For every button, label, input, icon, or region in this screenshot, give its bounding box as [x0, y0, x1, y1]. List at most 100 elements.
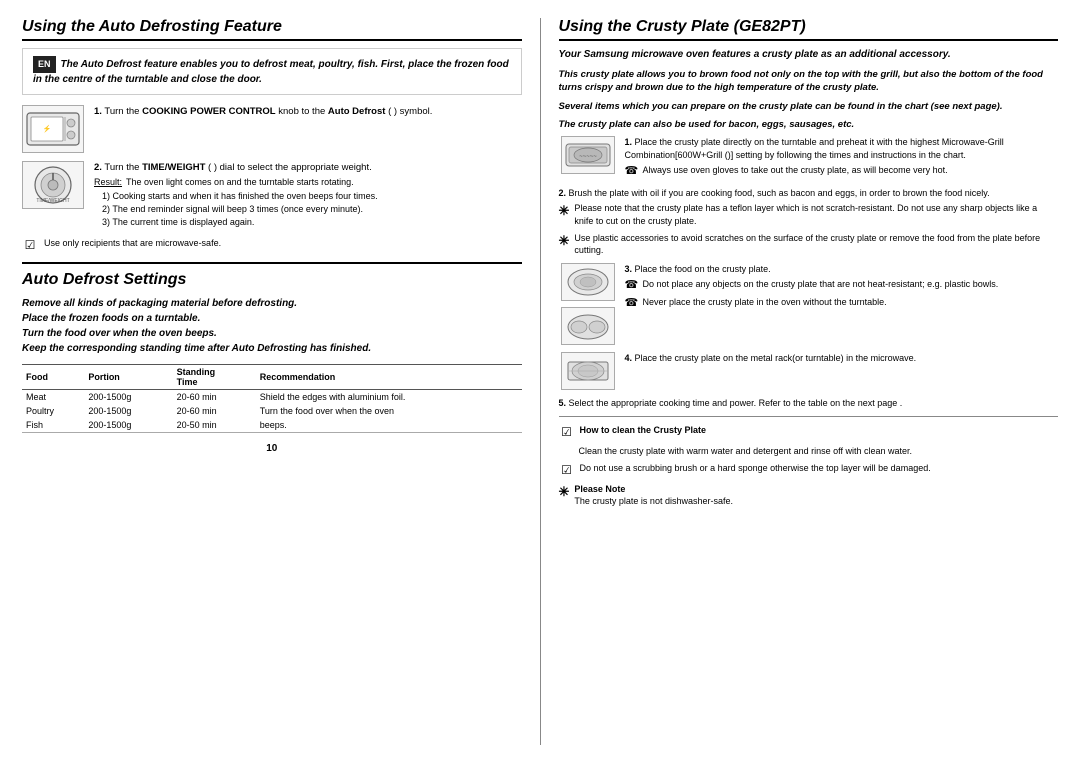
step-1-num: 1.: [94, 106, 102, 117]
food-meat: Meat: [22, 390, 84, 405]
intro-box: ENThe Auto Defrost feature enables you t…: [22, 48, 522, 95]
result-label: Result:: [94, 176, 122, 189]
auto-defrost-settings-title: Auto Defrost Settings: [22, 271, 522, 289]
rec-meat: Shield the edges with aluminium foil.: [256, 390, 522, 405]
standing-poultry: 20-60 min: [173, 404, 256, 418]
step-2-content: 2. Turn the TIME/WEIGHT ( ) dial to sele…: [94, 161, 522, 229]
step-1-row: ⚡ 1. Turn the COOKING POWER CONTROL knob…: [22, 105, 522, 153]
step2-note2: ✳ Use plastic accessories to avoid scrat…: [559, 232, 1059, 257]
asterisk-icon-3: ✳: [559, 483, 570, 501]
crusty-plate-img-3b: [561, 307, 615, 345]
phone-icon-2: ☎: [625, 278, 639, 293]
svg-text:⚡: ⚡: [43, 124, 52, 133]
step2-note1: ✳ Please note that the crusty plate has …: [559, 202, 1059, 227]
cleaning-title-row: ☑ How to clean the Crusty Plate: [559, 424, 1059, 441]
portion-meat: 200-1500g: [84, 390, 172, 405]
en-badge: EN: [33, 56, 56, 73]
section-auto-defrost: Using the Auto Defrosting Feature ENThe …: [22, 18, 522, 252]
page-number: 10: [22, 443, 522, 454]
crusty-plate-svg-3a: [564, 265, 612, 299]
standing-meat: 20-60 min: [173, 390, 256, 405]
col-recommendation: Recommendation: [256, 365, 522, 390]
step3-note2: ☎ Never place the crusty plate in the ov…: [625, 296, 1059, 311]
defrost-instructions: Remove all kinds of packaging material b…: [22, 296, 522, 356]
step-2-image: TIME/WEIGHT: [22, 161, 84, 209]
cleaning-title-text: How to clean the Crusty Plate: [580, 424, 707, 437]
asterisk-icon-1: ✳: [559, 202, 570, 220]
section-title-defrost: Using the Auto Defrosting Feature: [22, 18, 522, 41]
step1-subnote: ☎ Always use oven gloves to take out the…: [625, 164, 1059, 179]
col-portion: Portion: [84, 365, 172, 390]
food-fish: Fish: [22, 418, 84, 433]
crusty-plate-img-1: ~~~~~: [561, 136, 615, 174]
crusty-img-3: [559, 263, 617, 345]
step-1-content: 1. Turn the COOKING POWER CONTROL knob t…: [94, 105, 522, 118]
crusty-step-5: 5. Select the appropriate cooking time a…: [559, 397, 1059, 410]
step3-note2-text: Never place the crusty plate in the oven…: [643, 296, 887, 311]
crusty-img-1: ~~~~~: [559, 136, 617, 174]
cleaning-icon-2: ☑: [559, 462, 575, 479]
table-row-meat: Meat 200-1500g 20-60 min Shield the edge…: [22, 390, 522, 405]
result-text: The oven light comes on and the turntabl…: [126, 176, 354, 189]
instruction-3: Turn the food over when the oven beeps.: [22, 326, 522, 341]
crusty-para3: The crusty plate can also be used for ba…: [559, 118, 1059, 131]
cleaning-icon: ☑: [559, 424, 575, 441]
crusty-para1: This crusty plate allows you to brown fo…: [559, 68, 1059, 95]
crusty-steps-container: ~~~~~ 1. Place the crusty plate directly…: [559, 136, 1059, 508]
step2-note1-text: Please note that the crusty plate has a …: [574, 202, 1058, 227]
cleaning-separator: [559, 416, 1059, 417]
step-1-image: ⚡: [22, 105, 84, 153]
crusty-plate-svg-4: [564, 354, 612, 388]
food-poultry: Poultry: [22, 404, 84, 418]
please-note-text: Please NoteThe crusty plate is not dishw…: [574, 483, 733, 508]
section-title-crusty: Using the Crusty Plate (GE82PT): [559, 18, 1059, 41]
cleaning-text: Clean the crusty plate with warm water a…: [579, 445, 1059, 458]
col-food: Food: [22, 365, 84, 390]
step-2-num: 2.: [94, 162, 102, 173]
section-crusty-plate: Using the Crusty Plate (GE82PT) Your Sam…: [559, 18, 1059, 512]
rec-fish: beeps.: [256, 418, 522, 433]
table-row-fish: Fish 200-1500g 20-50 min beeps.: [22, 418, 522, 433]
crusty-step-3-content: 3. Place the food on the crusty plate. ☎…: [625, 263, 1059, 311]
cleaning-note2-row: ☑ Do not use a scrubbing brush or a hard…: [559, 462, 1059, 479]
rec-poultry: Turn the food over when the oven: [256, 404, 522, 418]
intro-text: The Auto Defrost feature enables you to …: [33, 59, 509, 85]
col-standing: StandingTime: [173, 365, 256, 390]
crusty-plate-img-4: [561, 352, 615, 390]
crusty-step-1: ~~~~~ 1. Place the crusty plate directly…: [559, 136, 1059, 180]
step3-note1: ☎ Do not place any objects on the crusty…: [625, 278, 1059, 293]
crusty-step-4: 4. Place the crusty plate on the metal r…: [559, 352, 1059, 390]
crusty-plate-svg-1: ~~~~~: [564, 138, 612, 172]
left-column: Using the Auto Defrosting Feature ENThe …: [22, 18, 522, 745]
section-divider: [22, 262, 522, 264]
portion-fish: 200-1500g: [84, 418, 172, 433]
step-2-subitems: 1) Cooking starts and when it has finish…: [102, 190, 522, 228]
step3-note1-text: Do not place any objects on the crusty p…: [643, 278, 999, 293]
crusty-intro: Your Samsung microwave oven features a c…: [559, 48, 1059, 62]
phone-icon-3: ☎: [625, 296, 639, 311]
instruction-2: Place the frozen foods on a turntable.: [22, 311, 522, 326]
note-text: Use only recipients that are microwave-s…: [44, 238, 221, 248]
step2-note2-text: Use plastic accessories to avoid scratch…: [574, 232, 1058, 257]
crusty-step-2: 2. Brush the plate with oil if you are c…: [559, 187, 1059, 257]
portion-poultry: 200-1500g: [84, 404, 172, 418]
crusty-step-4-content: 4. Place the crusty plate on the metal r…: [625, 352, 1059, 365]
dial-svg: TIME/WEIGHT: [32, 164, 74, 206]
phone-icon: ☎: [625, 164, 639, 179]
crusty-img-4: [559, 352, 617, 390]
step-2-result: Result: The oven light comes on and the …: [94, 176, 522, 189]
section-auto-defrost-settings: Auto Defrost Settings Remove all kinds o…: [22, 271, 522, 433]
standing-fish: 20-50 min: [173, 418, 256, 433]
crusty-step-1-content: 1. Place the crusty plate directly on th…: [625, 136, 1059, 180]
note-icon: ☑: [22, 238, 38, 252]
crusty-para2: Several items which you can prepare on t…: [559, 100, 1059, 113]
asterisk-icon-2: ✳: [559, 232, 570, 250]
right-column: Using the Crusty Plate (GE82PT) Your Sam…: [540, 18, 1059, 745]
instruction-1: Remove all kinds of packaging material b…: [22, 296, 522, 311]
defrost-table: Food Portion StandingTime Recommendation…: [22, 364, 522, 433]
step1-subnote-text: Always use oven gloves to take out the c…: [643, 164, 948, 179]
crusty-step-3: 3. Place the food on the crusty plate. ☎…: [559, 263, 1059, 345]
step-2-row: TIME/WEIGHT 2. Turn the TIME/WEIGHT ( ) …: [22, 161, 522, 229]
please-note-row: ✳ Please NoteThe crusty plate is not dis…: [559, 483, 1059, 508]
microwave-svg: ⚡: [25, 109, 81, 149]
